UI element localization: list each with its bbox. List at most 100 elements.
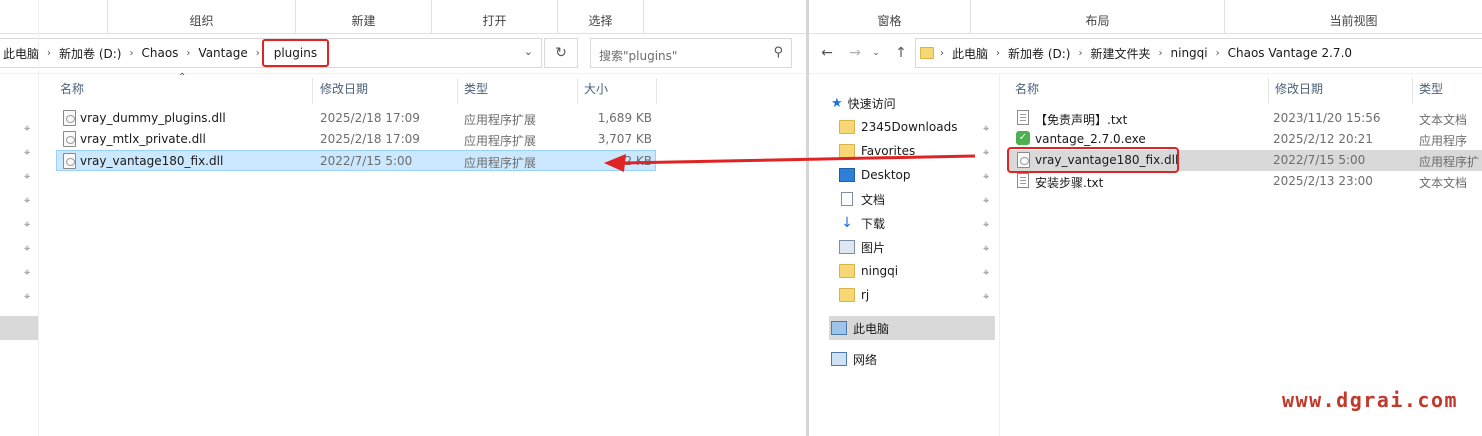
file-type: 文本文档 — [1419, 176, 1468, 190]
ribbon-group-current-view[interactable]: 当前视图 — [1225, 0, 1482, 34]
breadcrumb-separator-icon[interactable]: › — [127, 48, 135, 59]
pin-icon[interactable]: ⌖ — [24, 290, 30, 304]
column-divider[interactable] — [656, 78, 657, 104]
recent-locations-button[interactable]: ⌄ — [869, 38, 883, 68]
breadcrumb-separator-icon[interactable]: › — [45, 48, 53, 59]
file-name: vantage_2.7.0.exe — [1035, 132, 1146, 146]
search-icon: ⚲ — [773, 45, 783, 60]
file-date: 2025/2/12 20:21 — [1273, 132, 1373, 146]
computer-icon — [831, 321, 847, 335]
left-address-bar[interactable]: 此电脑 › 新加卷 (D:) › Chaos › Vantage › plugi… — [0, 38, 542, 68]
breadcrumb-drive[interactable]: 新加卷 (D:) — [53, 45, 127, 62]
vantage-app-icon: ✓ — [1016, 131, 1030, 145]
ribbon-group-layout[interactable]: 布局 — [971, 0, 1225, 34]
file-name: vray_mtlx_private.dll — [80, 132, 206, 146]
column-header-date[interactable]: 修改日期 — [320, 80, 368, 102]
breadcrumb-separator-icon[interactable]: › — [994, 48, 1002, 59]
breadcrumb-separator-icon[interactable]: › — [938, 48, 946, 59]
ribbon-label-current-view: 当前视图 — [1329, 14, 1378, 28]
pin-icon[interactable]: ⌖ — [983, 266, 989, 280]
pin-icon[interactable]: ⌖ — [24, 170, 30, 184]
pin-icon[interactable]: ⌖ — [24, 242, 30, 256]
dll-file-icon — [63, 131, 76, 147]
file-type: 应用程序扩展 — [464, 156, 537, 170]
right-address-bar[interactable]: › 此电脑 › 新加卷 (D:) › 新建文件夹 › ningqi › Chao… — [915, 38, 1482, 68]
nav-item-2345downloads[interactable]: 2345Downloads — [839, 116, 957, 138]
pin-icon[interactable]: ⌖ — [983, 146, 989, 160]
column-divider[interactable] — [1268, 78, 1269, 104]
nav-this-pc[interactable]: 此电脑 — [831, 317, 889, 339]
file-name: vray_vantage180_fix.dll — [80, 154, 224, 168]
pin-icon[interactable]: ⌖ — [983, 242, 989, 256]
pin-icon[interactable]: ⌖ — [983, 290, 989, 304]
breadcrumb-this-pc[interactable]: 此电脑 — [946, 45, 994, 62]
nav-quick-access[interactable]: ★ 快速访问 — [831, 92, 896, 114]
pin-icon[interactable]: ⌖ — [24, 266, 30, 280]
left-nav-selected-item[interactable] — [0, 316, 38, 340]
breadcrumb-new-folder[interactable]: 新建文件夹 — [1084, 45, 1156, 62]
column-divider[interactable] — [577, 78, 578, 104]
up-button[interactable]: ↑ — [889, 38, 913, 68]
pin-icon[interactable]: ⌖ — [24, 146, 30, 160]
nav-item-favorites[interactable]: Favorites — [839, 140, 915, 162]
file-type: 文本文档 — [1419, 113, 1468, 127]
column-header-name[interactable]: 名称 — [1015, 80, 1039, 102]
pin-icon[interactable]: ⌖ — [983, 218, 989, 232]
pin-icon[interactable]: ⌖ — [983, 170, 989, 184]
file-row[interactable]: 【免责声明】.txt 2023/11/20 15:56 文本文档 — [1007, 108, 1482, 129]
nav-item-pictures[interactable]: 图片 — [839, 236, 885, 258]
column-divider[interactable] — [457, 78, 458, 104]
pin-icon[interactable]: ⌖ — [24, 122, 30, 136]
breadcrumb-drive[interactable]: 新加卷 (D:) — [1002, 45, 1076, 62]
breadcrumb-plugins[interactable]: plugins — [261, 39, 330, 67]
pin-icon[interactable]: ⌖ — [983, 194, 989, 208]
file-row[interactable]: 安装步骤.txt 2025/2/13 23:00 文本文档 — [1007, 171, 1482, 192]
back-button[interactable]: ← — [815, 38, 839, 68]
column-header-size[interactable]: 大小 — [584, 80, 608, 102]
column-header-type[interactable]: 类型 — [1419, 80, 1443, 102]
nav-item-ningqi[interactable]: ningqi — [839, 260, 898, 282]
breadcrumb-separator-icon[interactable]: › — [254, 48, 262, 59]
right-address-row: ← → ⌄ ↑ › 此电脑 › 新加卷 (D:) › 新建文件夹 › ningq… — [809, 34, 1482, 74]
nav-item-desktop[interactable]: Desktop — [839, 164, 911, 186]
file-row-selected[interactable]: vray_vantage180_fix.dll 2022/7/15 5:00 应… — [56, 150, 656, 171]
breadcrumb-separator-icon[interactable]: › — [1214, 48, 1222, 59]
file-date: 2025/2/18 17:09 — [320, 111, 420, 125]
column-divider[interactable] — [312, 78, 313, 104]
ribbon-group-open[interactable]: 打开 — [432, 0, 558, 34]
nav-pane-divider — [999, 74, 1000, 436]
search-input[interactable]: 搜索"plugins" ⚲ — [590, 38, 792, 68]
forward-button[interactable]: → — [843, 38, 867, 68]
pin-icon[interactable]: ⌖ — [24, 218, 30, 232]
breadcrumb-separator-icon[interactable]: › — [1076, 48, 1084, 59]
back-arrow-icon: ← — [821, 45, 833, 61]
nav-item-rj[interactable]: rj — [839, 284, 869, 306]
file-row[interactable]: vray_dummy_plugins.dll 2025/2/18 17:09 应… — [56, 108, 656, 129]
file-type: 应用程序扩 — [1419, 155, 1480, 169]
breadcrumb-ningqi[interactable]: ningqi — [1165, 46, 1214, 60]
left-address-row: 此电脑 › 新加卷 (D:) › Chaos › Vantage › plugi… — [0, 34, 806, 74]
column-header-date[interactable]: 修改日期 — [1275, 80, 1323, 102]
breadcrumb-separator-icon[interactable]: › — [1157, 48, 1165, 59]
breadcrumb-chaos[interactable]: Chaos — [135, 46, 184, 60]
file-row[interactable]: vray_mtlx_private.dll 2025/2/18 17:09 应用… — [56, 129, 656, 150]
nav-item-downloads[interactable]: ↓ 下载 — [839, 212, 885, 234]
up-arrow-icon: ↑ — [895, 45, 907, 61]
ribbon-group-new[interactable]: 新建 — [296, 0, 432, 34]
breadcrumb-separator-icon[interactable]: › — [184, 48, 192, 59]
address-dropdown-chevron-icon[interactable]: ⌄ — [524, 45, 533, 58]
column-header-name[interactable]: 名称 — [60, 80, 84, 102]
refresh-button[interactable]: ↻ — [544, 38, 578, 68]
ribbon-group-organize[interactable]: 组织 — [108, 0, 296, 34]
pin-icon[interactable]: ⌖ — [24, 194, 30, 208]
pin-icon[interactable]: ⌖ — [983, 122, 989, 136]
ribbon-group-select[interactable]: 选择 — [558, 0, 644, 34]
nav-network[interactable]: 网络 — [831, 348, 877, 370]
nav-item-documents[interactable]: 文档 — [839, 188, 885, 210]
column-header-type[interactable]: 类型 — [464, 80, 488, 102]
column-divider[interactable] — [1412, 78, 1413, 104]
breadcrumb-vantage[interactable]: Vantage — [192, 46, 253, 60]
left-explorer-window: 组织 新建 打开 选择 此电脑 › 新加卷 (D:) › Chaos › Van… — [0, 0, 806, 436]
ribbon-group-panes[interactable]: 窗格 — [809, 0, 971, 34]
breadcrumb-chaos-vantage[interactable]: Chaos Vantage 2.7.0 — [1222, 46, 1358, 60]
